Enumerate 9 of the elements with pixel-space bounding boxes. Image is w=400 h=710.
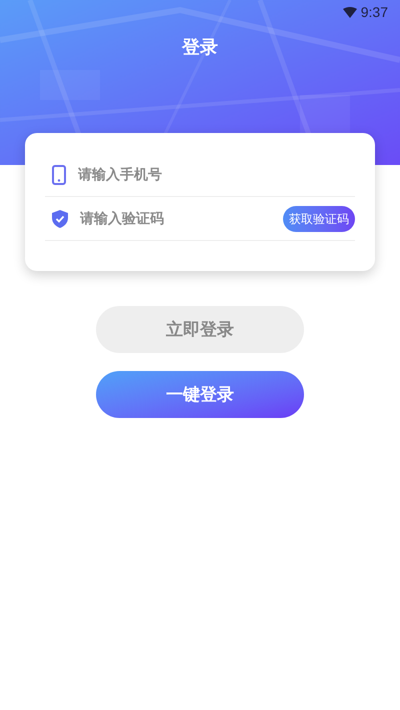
input-field[interactable]: 请输入验证码: [80, 208, 271, 229]
wifi-icon: [342, 6, 357, 18]
input-field[interactable]: 请输入手机号: [78, 164, 355, 185]
phone-icon: [52, 164, 66, 184]
page-title: 登录: [182, 36, 218, 59]
login-button[interactable]: 一键登录: [96, 371, 304, 418]
status-time: 9:37: [360, 2, 388, 22]
shield-check-icon: [52, 210, 68, 228]
get-code-button[interactable]: 获取验证码: [283, 206, 355, 232]
